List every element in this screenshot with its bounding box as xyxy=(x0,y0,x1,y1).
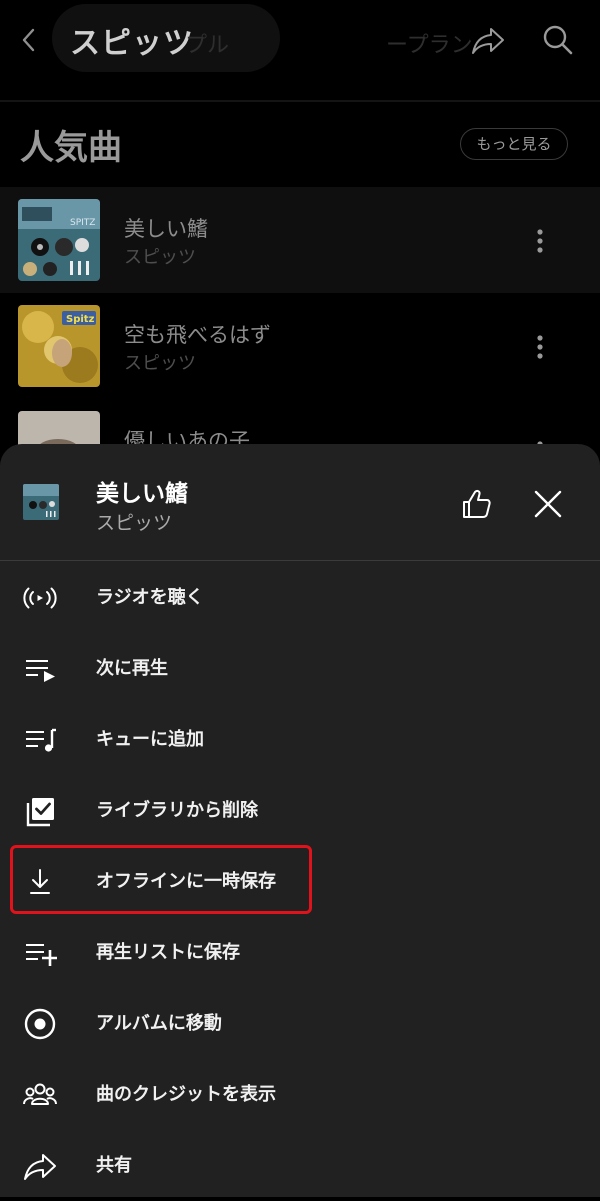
credits-icon xyxy=(22,1077,58,1113)
svg-text:Spitz: Spitz xyxy=(66,314,95,325)
close-icon[interactable] xyxy=(528,484,568,524)
obscured-text: ープラン xyxy=(386,33,473,58)
play-next-icon xyxy=(22,651,58,687)
menu-item-label: 再生リストに保存 xyxy=(96,942,240,963)
song-artist: スピッツ xyxy=(124,247,196,268)
search-icon[interactable] xyxy=(538,20,578,60)
section-title: 人気曲 xyxy=(20,128,122,168)
playlist-add-icon xyxy=(22,935,58,971)
add-to-queue-icon xyxy=(22,722,58,758)
menu-item-label: キューに追加 xyxy=(96,729,204,750)
radio-icon xyxy=(22,580,58,616)
share-icon[interactable] xyxy=(468,20,508,60)
menu-item-label: ライブラリから削除 xyxy=(96,800,258,821)
more-options-icon[interactable] xyxy=(528,333,552,363)
show-more-button[interactable]: もっと見る xyxy=(460,128,568,160)
back-icon[interactable] xyxy=(12,22,48,58)
song-title: 空も飛べるはず xyxy=(124,323,271,347)
menu-item-share[interactable]: 共有 xyxy=(0,1130,600,1201)
menu-item-remove-from-library[interactable]: ライブラリから削除 xyxy=(0,775,600,846)
song-row[interactable]: Spitz 空も飛べるはず スピッツ xyxy=(0,293,600,399)
menu-item-label: 曲のクレジットを表示 xyxy=(96,1084,276,1105)
divider xyxy=(0,560,600,561)
library-remove-icon xyxy=(22,793,58,829)
song-row[interactable]: SPITZ 美しい鰭 スピッツ xyxy=(0,187,600,293)
download-icon xyxy=(22,864,58,900)
menu-item-add-to-queue[interactable]: キューに追加 xyxy=(0,704,600,775)
menu-item-go-to-album[interactable]: アルバムに移動 xyxy=(0,988,600,1059)
share-icon xyxy=(22,1148,58,1184)
song-options-sheet: 美しい鰭 スピッツ ラジオを聴く 次に再生 キューに追加 ライブラリから削除 オ… xyxy=(0,444,600,1197)
menu-item-view-credits[interactable]: 曲のクレジットを表示 xyxy=(0,1059,600,1130)
menu-item-label: 共有 xyxy=(96,1155,132,1176)
top-app-bar: スピッツ プル ープラン xyxy=(0,0,600,100)
menu-item-label: アルバムに移動 xyxy=(96,1013,222,1034)
sheet-song-artist: スピッツ xyxy=(96,512,173,534)
artist-title: スピッツ xyxy=(70,26,194,61)
sheet-song-title: 美しい鰭 xyxy=(96,481,188,507)
more-options-icon[interactable] xyxy=(528,227,552,257)
menu-item-label: 次に再生 xyxy=(96,658,168,679)
song-artist: スピッツ xyxy=(124,353,196,374)
menu-item-label: ラジオを聴く xyxy=(96,587,204,608)
thumbs-up-icon[interactable] xyxy=(456,484,496,524)
song-title: 美しい鰭 xyxy=(124,217,208,241)
menu-item-play-next[interactable]: 次に再生 xyxy=(0,633,600,704)
album-icon xyxy=(22,1006,58,1042)
album-art xyxy=(23,484,59,520)
svg-text:SPITZ: SPITZ xyxy=(70,218,95,228)
album-art: SPITZ xyxy=(18,199,100,281)
divider xyxy=(0,100,600,102)
menu-item-save-offline[interactable]: オフラインに一時保存 xyxy=(0,846,600,917)
menu-item-label: オフラインに一時保存 xyxy=(96,871,276,892)
menu-item-save-to-playlist[interactable]: 再生リストに保存 xyxy=(0,917,600,988)
menu-item-start-radio[interactable]: ラジオを聴く xyxy=(0,562,600,633)
album-art: Spitz xyxy=(18,305,100,387)
obscured-text: プル xyxy=(185,33,230,58)
